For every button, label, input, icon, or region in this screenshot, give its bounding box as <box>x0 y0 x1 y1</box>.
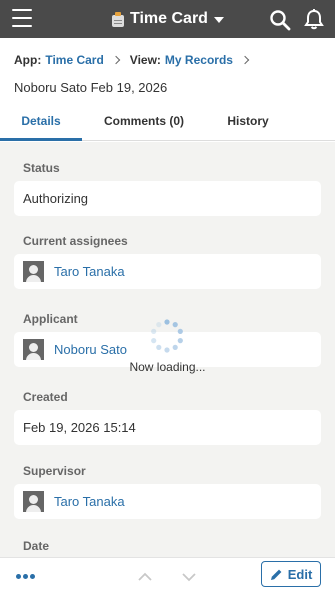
time-card-app-icon <box>112 11 124 27</box>
search-icon[interactable] <box>269 9 291 31</box>
created-value: Feb 19, 2026 15:14 <box>23 420 136 435</box>
tab-comments[interactable]: Comments (0) <box>89 106 199 141</box>
pencil-icon <box>270 569 282 580</box>
breadcrumb-app-label: App: <box>14 53 42 67</box>
app-switcher[interactable]: Time Card <box>112 8 224 30</box>
bottom-toolbar: Edit <box>0 557 335 595</box>
record-tabs: Details Comments (0) History <box>0 106 335 141</box>
assignees-field: Taro Tanaka <box>14 254 321 289</box>
breadcrumb-app-link[interactable]: Time Card <box>45 53 103 67</box>
chevron-right-icon <box>111 55 121 65</box>
applicant-label: Applicant <box>23 312 78 326</box>
breadcrumb-view-label: View: <box>129 53 161 67</box>
chevron-up-icon[interactable] <box>138 569 152 581</box>
loading-text: Now loading... <box>129 360 206 374</box>
chevron-down-icon[interactable] <box>182 569 196 582</box>
status-value: Authorizing <box>23 191 89 206</box>
assignee-user-link[interactable]: Taro Tanaka <box>54 264 125 279</box>
loading-spinner-icon <box>149 318 185 354</box>
loading-overlay: Now loading... <box>110 318 225 378</box>
edit-button[interactable]: Edit <box>261 561 321 587</box>
status-field: Authorizing <box>14 181 321 216</box>
user-avatar-icon <box>23 339 44 360</box>
created-label: Created <box>23 390 68 404</box>
caret-down-icon <box>213 17 224 23</box>
tab-history[interactable]: History <box>208 106 288 141</box>
edit-button-label: Edit <box>287 566 313 582</box>
supervisor-field: Taro Tanaka <box>14 484 321 519</box>
date-label: Date <box>23 539 50 553</box>
hamburger-menu-icon[interactable] <box>12 9 32 29</box>
user-avatar-icon <box>23 261 44 282</box>
breadcrumb-view-link[interactable]: My Records <box>165 53 233 67</box>
more-options-icon[interactable] <box>16 570 40 582</box>
supervisor-user-link[interactable]: Taro Tanaka <box>54 494 125 509</box>
record-title: Noboru Sato Feb 19, 2026 <box>14 80 168 95</box>
app-title: Time Card <box>130 10 208 27</box>
top-app-bar: Time Card <box>0 0 335 38</box>
status-label: Status <box>23 161 60 175</box>
user-avatar-icon <box>23 491 44 512</box>
breadcrumb: App: Time Card View: My Records <box>14 53 259 67</box>
supervisor-label: Supervisor <box>23 464 86 478</box>
record-panel: App: Time Card View: My Records Noboru S… <box>0 38 335 557</box>
chevron-right-icon <box>240 55 250 65</box>
bell-icon[interactable] <box>303 8 325 30</box>
created-field: Feb 19, 2026 15:14 <box>14 410 321 445</box>
tab-details[interactable]: Details <box>0 106 82 141</box>
assignees-label: Current assignees <box>23 234 128 248</box>
